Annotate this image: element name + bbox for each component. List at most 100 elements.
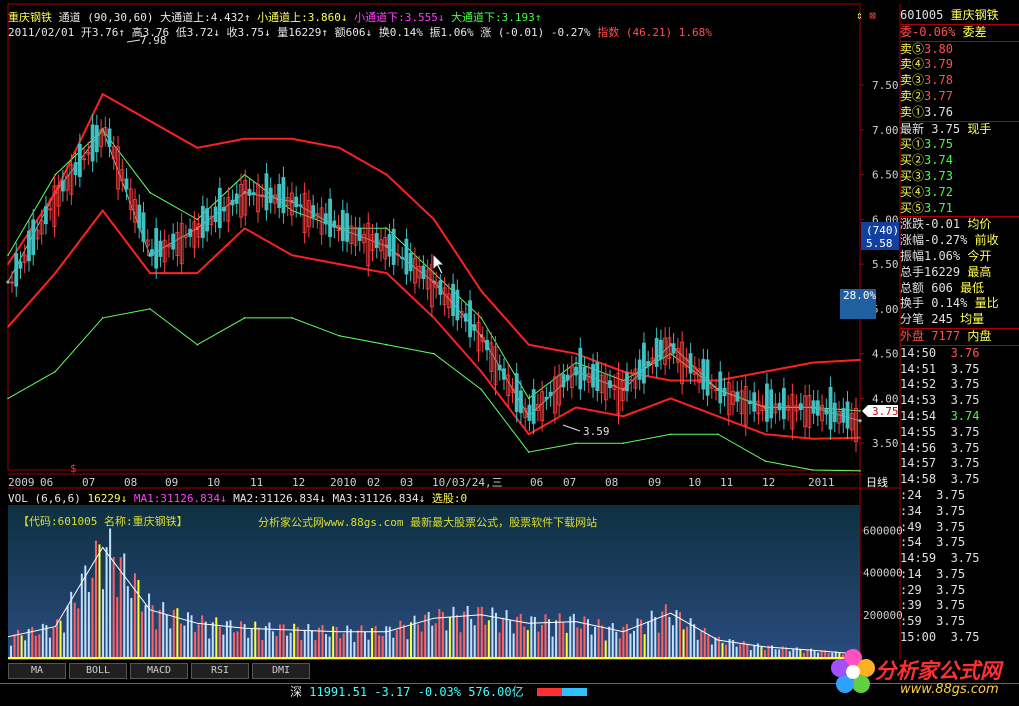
pick-stock: 选股:0 <box>431 492 468 505</box>
sell-level-label: 卖④ <box>900 57 925 72</box>
candle-body <box>141 212 146 242</box>
price-tick-label: 5.50 <box>872 258 899 271</box>
buy-row: 买③3.73 <box>900 169 1019 185</box>
tick-price: 3.75 <box>936 503 966 518</box>
series-point <box>575 352 577 355</box>
candle-body <box>31 219 36 256</box>
tick-price: 3.75 <box>950 393 980 408</box>
buy-row: 买①3.75 <box>900 137 1019 153</box>
vol-ma3: MA3:31126.834↓ <box>332 492 426 505</box>
candle-body <box>548 391 553 397</box>
tab-dmi[interactable]: DMI <box>252 663 310 679</box>
ohlc-header: 2011/02/01 开3.76↑ 高3.76 低3.72↓ 收3.75↓ 量1… <box>8 24 712 40</box>
tick-price: 3.75 <box>936 487 966 502</box>
time-tick-label: 09 <box>648 476 661 489</box>
candle-body <box>200 205 205 238</box>
indicator-tabs[interactable]: MA BOLL MACD RSI DMI <box>8 663 313 679</box>
time-tick-label: 06 <box>530 476 543 489</box>
small-down-value: 小通道下:3.555↓ <box>354 11 445 24</box>
sell-level-label: 卖② <box>900 88 925 103</box>
tick-time: 14:50 <box>900 345 937 360</box>
series-point <box>811 361 814 364</box>
candle-body <box>752 392 757 412</box>
quote-ratio-row: 委-0.06% 委差 <box>900 23 1019 41</box>
tick-price: 3.75 <box>936 566 966 581</box>
series-point <box>480 388 483 391</box>
series-point <box>338 263 341 265</box>
candle-body <box>217 187 222 229</box>
time-tick-label: 06 <box>40 476 53 489</box>
candle-body <box>18 261 23 269</box>
tab-macd[interactable]: MACD <box>130 663 188 679</box>
series-point <box>433 218 435 221</box>
stat-row: 分笔 245 均量 <box>900 312 1019 328</box>
candle-body <box>722 387 727 397</box>
pct-box-label: 28.0% <box>843 289 876 302</box>
series-line-2 <box>7 129 861 412</box>
tick-price: 3.75 <box>936 519 966 534</box>
candle-body <box>158 240 163 257</box>
series-point <box>527 451 530 453</box>
vol-ma1: MA1:31126.834↓ <box>133 492 227 505</box>
tick-time: :14 <box>900 566 922 581</box>
price-tick-label: 7.00 <box>872 124 899 137</box>
tab-ma[interactable]: MA <box>8 663 66 679</box>
time-tick-label: 10/03/24,三 <box>432 476 503 489</box>
candle-body <box>646 361 651 366</box>
close-panel-icon[interactable]: ⊠ <box>869 9 876 22</box>
tick-row: :54 3.75 <box>900 535 1019 551</box>
time-tick-label: 12 <box>292 476 305 489</box>
candle-body <box>230 199 235 206</box>
pin-icon[interactable]: ⇕ <box>856 9 863 22</box>
candle-body <box>608 380 612 389</box>
tab-boll[interactable]: BOLL <box>69 663 127 679</box>
amplitude-value: 振1.06% <box>429 26 474 39</box>
outer-inner-row: 外盘 7177 内盘 <box>900 327 1019 345</box>
buy-price: 3.73 <box>924 168 953 183</box>
tick-price: 3.76 <box>950 345 980 360</box>
buy-price: 3.75 <box>924 137 953 152</box>
sell-level-label: 卖① <box>900 104 925 119</box>
series-point <box>764 460 767 462</box>
sell-price: 3.80 <box>924 41 953 56</box>
quote-panel: 601005 重庆钢铁 委-0.06% 委差 卖⑤3.80 卖④3.79 卖③3.78 卖… <box>900 8 1019 658</box>
time-tick-label: 07 <box>563 476 576 489</box>
quote-ratio-label: 委差 <box>962 24 987 39</box>
candle-body <box>748 400 752 405</box>
series-point <box>811 469 814 471</box>
vol-label: VOL (6,6,6) <box>8 492 81 505</box>
buy-row: 买⑤3.71 <box>900 201 1019 217</box>
series-point <box>575 406 577 409</box>
time-tick-label: 08 <box>124 476 137 489</box>
series-point <box>101 317 104 319</box>
tick-price: 3.75 <box>936 582 966 597</box>
panel-toolbar[interactable]: ⇕ ⊠ <box>856 9 876 22</box>
market-bar-icon <box>536 688 587 696</box>
candle-body <box>595 362 600 392</box>
tick-price: 3.75 <box>950 456 980 471</box>
tick-row: :39 3.75 <box>900 598 1019 614</box>
tab-rsi[interactable]: RSI <box>191 663 249 679</box>
candle-body <box>502 368 506 380</box>
candle-body <box>777 402 782 411</box>
series-point <box>527 343 530 346</box>
stat-label: 今开 <box>967 248 992 263</box>
time-tick-label: 07 <box>82 476 95 489</box>
tick-row: :59 3.75 <box>900 614 1019 630</box>
series-point <box>196 272 199 274</box>
series-point <box>6 280 10 284</box>
series-line-1 <box>7 92 861 382</box>
candle-body <box>328 198 332 238</box>
series-point <box>243 138 246 140</box>
candle-body <box>90 124 95 162</box>
candle-body <box>705 359 710 396</box>
quote-title: 601005 重庆钢铁 <box>900 8 1019 24</box>
mouse-cursor-icon <box>432 252 446 275</box>
change-value: 涨 (-0.01) -0.27% <box>480 26 591 39</box>
series-point <box>811 437 814 440</box>
tick-row: :49 3.75 <box>900 520 1019 536</box>
stat-value: 振幅1.06% <box>900 248 961 263</box>
candle-body <box>824 408 829 415</box>
candle-body <box>404 238 409 275</box>
small-up-value: 小通道上:3.860↓ <box>257 11 348 24</box>
